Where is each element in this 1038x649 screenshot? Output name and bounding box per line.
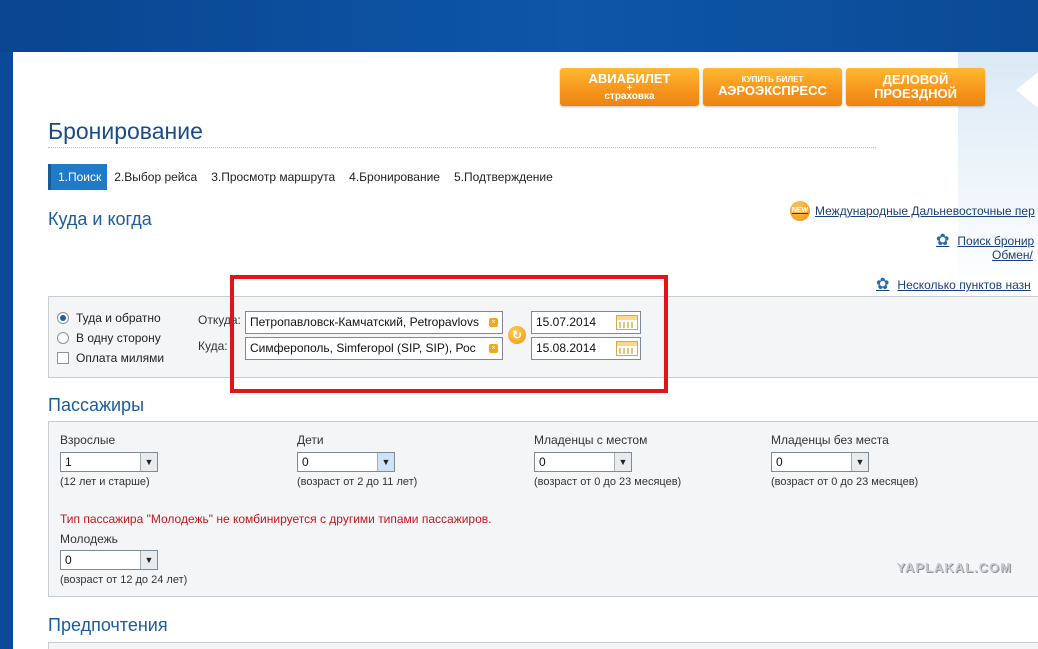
passengers-box: Взрослые 1 ▼ (12 лет и старше) Дети 0 ▼ …: [48, 421, 1038, 597]
one-way-option[interactable]: В одну сторону: [57, 331, 161, 345]
infants-seat-label: Младенцы с местом: [534, 433, 648, 447]
title-divider: [48, 147, 876, 148]
step-route-review[interactable]: 3.Просмотр маршрута: [204, 164, 342, 190]
exchange-link[interactable]: Обмен/: [992, 248, 1033, 262]
chevron-down-icon[interactable]: ▼: [614, 453, 631, 471]
far-east-link-label: Международные Дальневосточные пер: [815, 204, 1035, 218]
infants-seat-select[interactable]: 0 ▼: [534, 452, 632, 472]
aeroexpress-button[interactable]: купить билет АЭРОЭКСПРЕСС: [703, 68, 842, 106]
chevron-down-icon[interactable]: ▼: [851, 453, 868, 471]
business-pass-line2: ПРОЕЗДНОЙ: [874, 86, 957, 101]
infants-seat-hint: (возраст от 0 до 23 месяцев): [534, 476, 682, 488]
infants-noseat-label: Младенцы без места: [771, 433, 889, 447]
preferences-box: [48, 642, 1038, 649]
multi-point-label: Несколько пунктов назн: [897, 278, 1031, 292]
infants-noseat-value: 0: [776, 455, 783, 469]
adults-label: Взрослые: [60, 433, 116, 447]
gear-icon: ✿: [876, 276, 890, 293]
round-trip-option[interactable]: Туда и обратно: [57, 311, 161, 325]
section-passengers: Пассажиры: [48, 395, 145, 415]
section-preferences: Предпочтения: [48, 615, 168, 635]
page-title: Бронирование: [48, 118, 203, 144]
business-pass-line1: ДЕЛОВОЙ: [882, 72, 949, 88]
left-background: [0, 52, 13, 649]
infants-seat-value: 0: [539, 455, 546, 469]
miles-label: Оплата милями: [76, 351, 165, 365]
step-booking[interactable]: 4.Бронирование: [342, 164, 447, 190]
gear-icon: ✿: [936, 232, 950, 249]
step-search[interactable]: 1.Поиск: [48, 164, 108, 190]
children-select[interactable]: 0 ▼: [297, 452, 395, 472]
watermark: YAPLAKAL.COM: [896, 560, 1012, 575]
exchange-label: Обмен/: [992, 248, 1033, 262]
round-trip-label: Туда и обратно: [76, 311, 161, 325]
aeroexpress-label: АЭРОЭКСПРЕСС: [718, 83, 827, 99]
chevron-down-icon[interactable]: ▼: [377, 453, 394, 471]
adults-value: 1: [65, 455, 72, 469]
youth-select[interactable]: 0 ▼: [60, 550, 158, 570]
decorative-arrow: [1016, 72, 1038, 108]
avia-insurance-label: страховка: [604, 90, 655, 102]
youth-hint: (возраст от 12 до 24 лет): [60, 574, 188, 586]
infants-noseat-hint: (возраст от 0 до 23 месяцев): [771, 476, 919, 488]
booking-steps: 1.Поиск 2.Выбор рейса 3.Просмотр маршрут…: [48, 164, 560, 190]
search-booking-link[interactable]: ✿ Поиск бронир: [936, 233, 1034, 249]
avia-insurance-button[interactable]: АВИАБИЛЕТ + страховка: [560, 68, 699, 106]
search-booking-label: Поиск бронир: [957, 234, 1035, 248]
section-where-when: Куда и когда: [48, 209, 152, 229]
children-label: Дети: [297, 433, 324, 447]
new-badge-icon: NEW: [790, 201, 810, 221]
multi-point-link[interactable]: ✿ Несколько пунктов назн: [876, 277, 1031, 293]
header-background: [0, 0, 1038, 52]
miles-checkbox[interactable]: [57, 352, 69, 364]
youth-label: Молодежь: [60, 532, 118, 546]
step-confirmation[interactable]: 5.Подтверждение: [447, 164, 560, 190]
miles-option[interactable]: Оплата милями: [57, 351, 164, 365]
children-hint: (возраст от 2 до 11 лет): [297, 476, 418, 488]
business-pass-button[interactable]: ДЕЛОВОЙ ПРОЕЗДНОЙ: [846, 68, 985, 106]
main-panel: АВИАБИЛЕТ + страховка купить билет АЭРОЭ…: [13, 52, 1038, 649]
adults-hint: (12 лет и старше): [60, 476, 150, 488]
step-flight-select[interactable]: 2.Выбор рейса: [107, 164, 204, 190]
chevron-down-icon[interactable]: ▼: [140, 551, 157, 569]
one-way-label: В одну сторону: [76, 331, 161, 345]
children-value: 0: [302, 455, 309, 469]
far-east-link[interactable]: NEW Международные Дальневосточные пер: [790, 201, 1035, 221]
to-label: Куда:: [198, 339, 228, 353]
one-way-radio[interactable]: [57, 332, 69, 344]
adults-select[interactable]: 1 ▼: [60, 452, 158, 472]
round-trip-radio[interactable]: [57, 312, 69, 324]
chevron-down-icon[interactable]: ▼: [140, 453, 157, 471]
youth-value: 0: [65, 553, 72, 567]
youth-warning: Тип пассажира "Молодежь" не комбинируетс…: [60, 512, 492, 526]
highlight-frame: [230, 275, 668, 393]
infants-noseat-select[interactable]: 0 ▼: [771, 452, 869, 472]
